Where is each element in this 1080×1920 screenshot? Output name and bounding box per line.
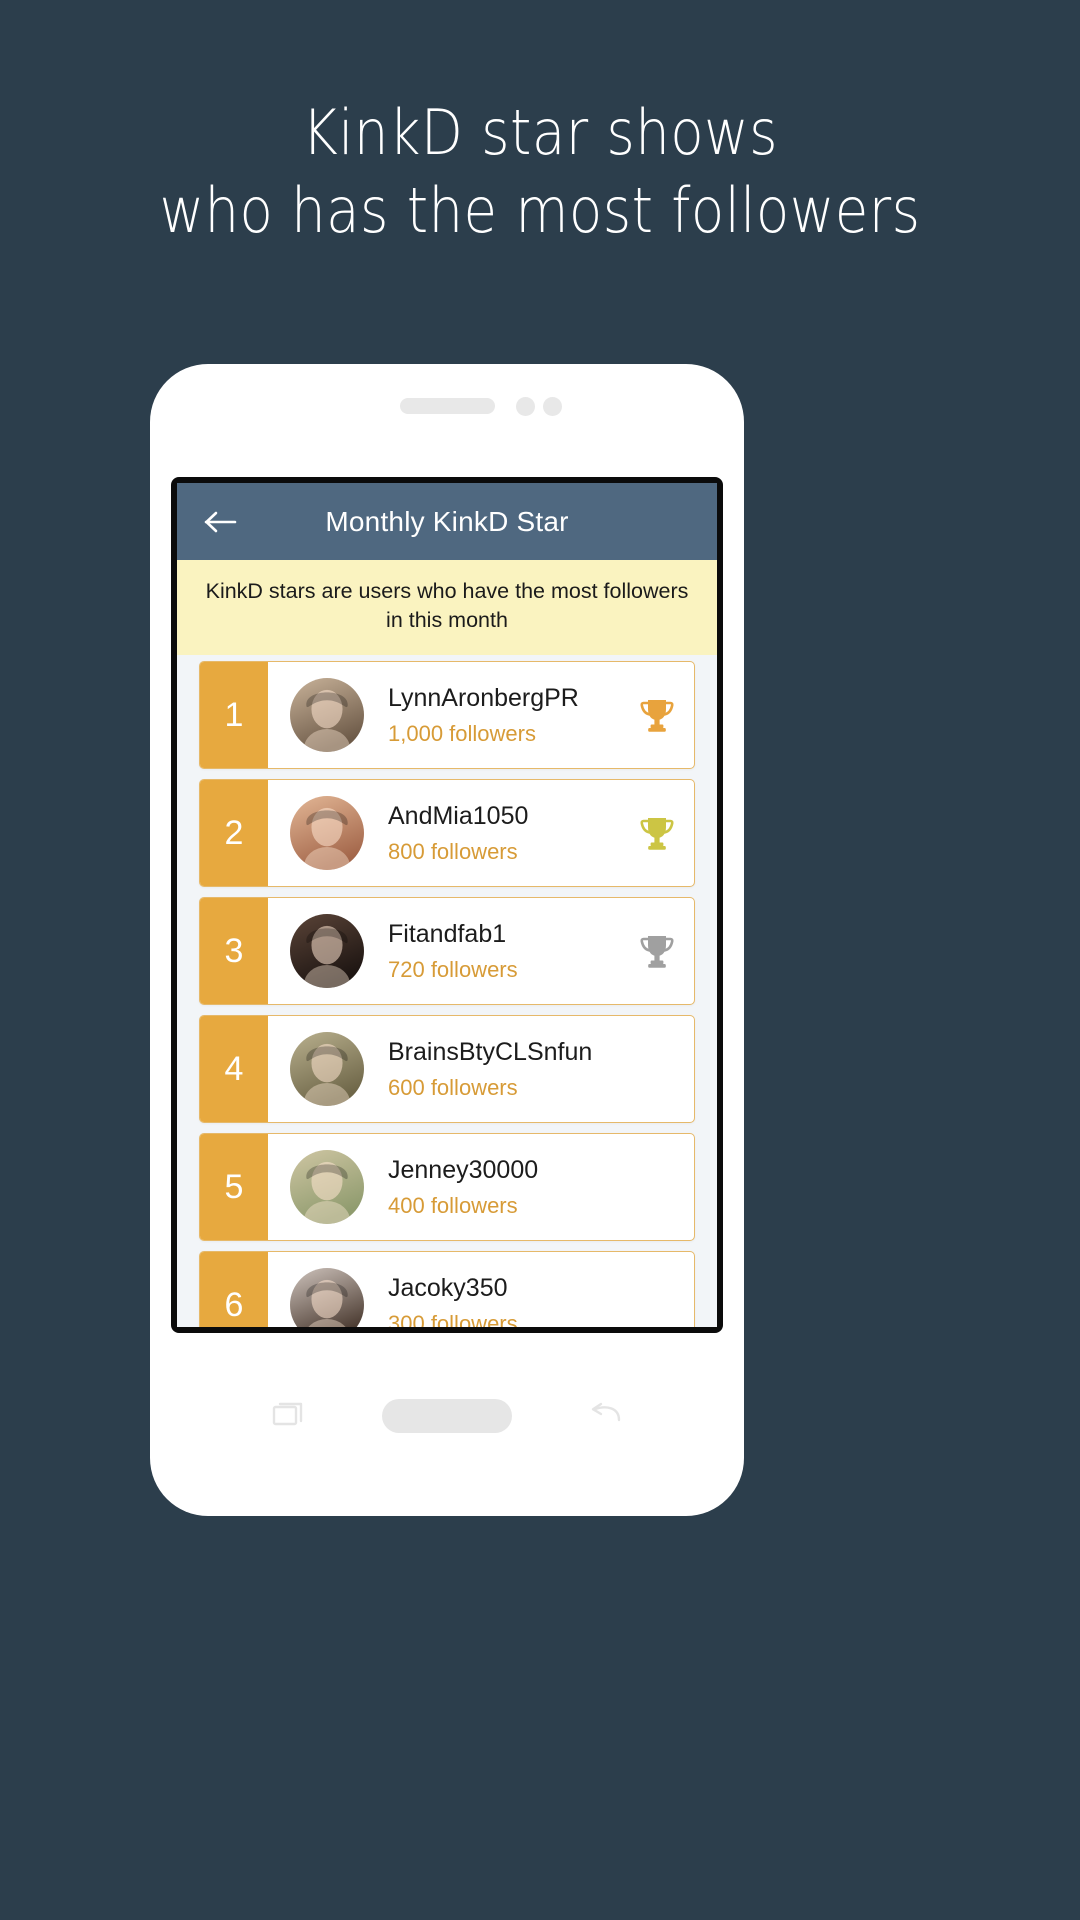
rank-badge: 2 — [200, 780, 268, 886]
recent-apps-icon[interactable] — [270, 1395, 308, 1433]
rank-badge: 3 — [200, 898, 268, 1004]
table-row[interactable]: 5 Jenney30000 400 followers — [199, 1133, 695, 1241]
promo-headline: KinkD star shows who has the most follow… — [65, 94, 1015, 250]
username-label: Jenney30000 — [388, 1155, 539, 1184]
rank-badge: 5 — [200, 1134, 268, 1240]
proximity-sensor-icon — [543, 397, 562, 416]
username-label: LynnAronbergPR — [388, 683, 579, 712]
back-arrow-icon[interactable] — [202, 503, 240, 541]
follower-count-label: 400 followers — [388, 1192, 518, 1218]
user-meta: AndMia1050 800 followers — [364, 780, 620, 886]
user-meta: Jenney30000 400 followers — [364, 1134, 620, 1240]
promo-headline-line1: KinkD star shows — [302, 96, 778, 169]
trophy-yellow-icon — [620, 780, 694, 886]
follower-count-label: 1,000 followers — [388, 720, 536, 746]
rank-badge: 6 — [200, 1252, 268, 1327]
user-meta: BrainsBtyCLSnfun 600 followers — [364, 1016, 620, 1122]
phone-mockup: Monthly KinkD Star KinkD stars are users… — [150, 364, 744, 1516]
username-label: Jacoky350 — [388, 1273, 508, 1302]
rank-badge: 1 — [200, 662, 268, 768]
page-title: Monthly KinkD Star — [325, 505, 569, 537]
app-screen: Monthly KinkD Star KinkD stars are users… — [177, 483, 717, 1327]
follower-count-label: 600 followers — [388, 1074, 518, 1100]
system-back-icon[interactable] — [587, 1395, 625, 1433]
app-bar: Monthly KinkD Star — [177, 483, 717, 560]
trophy-gold-icon — [620, 662, 694, 768]
table-row[interactable]: 3 Fitandfab1 720 followers — [199, 897, 695, 1005]
table-row[interactable]: 1 LynnAronbergPR 1,000 followers — [199, 661, 695, 769]
promo-screenshot: KinkD star shows who has the most follow… — [0, 0, 1080, 1920]
avatar[interactable] — [290, 1268, 364, 1327]
table-row[interactable]: 6 Jacoky350 300 followers — [199, 1251, 695, 1327]
system-navigation-bar — [150, 1333, 744, 1516]
home-pill-icon[interactable] — [382, 1399, 512, 1433]
avatar[interactable] — [290, 1150, 364, 1224]
follower-count-label: 300 followers — [388, 1310, 518, 1328]
username-label: Fitandfab1 — [388, 919, 507, 948]
follower-count-label: 800 followers — [388, 838, 518, 864]
trophy-silver-icon — [620, 898, 694, 1004]
rank-badge: 4 — [200, 1016, 268, 1122]
star-ranking-list: 1 LynnAronbergPR 1,000 followers 2 AndMia105… — [177, 655, 717, 1327]
follower-count-label: 720 followers — [388, 956, 518, 982]
earpiece-speaker-icon — [400, 398, 495, 414]
info-banner: KinkD stars are users who have the most … — [177, 560, 717, 655]
avatar[interactable] — [290, 678, 364, 752]
front-camera-icon — [516, 397, 535, 416]
avatar[interactable] — [290, 796, 364, 870]
username-label: AndMia1050 — [388, 801, 529, 830]
table-row[interactable]: 4 BrainsBtyCLSnfun 600 followers — [199, 1015, 695, 1123]
avatar[interactable] — [290, 914, 364, 988]
user-meta: LynnAronbergPR 1,000 followers — [364, 662, 620, 768]
avatar[interactable] — [290, 1032, 364, 1106]
username-label: BrainsBtyCLSnfun — [388, 1037, 593, 1066]
user-meta: Jacoky350 300 followers — [364, 1252, 620, 1328]
trophy-placeholder — [620, 1252, 694, 1327]
promo-headline-line2: who has the most followers — [159, 174, 921, 247]
table-row[interactable]: 2 AndMia1050 800 followers — [199, 779, 695, 887]
trophy-placeholder — [620, 1134, 694, 1240]
user-meta: Fitandfab1 720 followers — [364, 898, 620, 1004]
phone-screen-bezel: Monthly KinkD Star KinkD stars are users… — [171, 477, 723, 1333]
trophy-placeholder — [620, 1016, 694, 1122]
